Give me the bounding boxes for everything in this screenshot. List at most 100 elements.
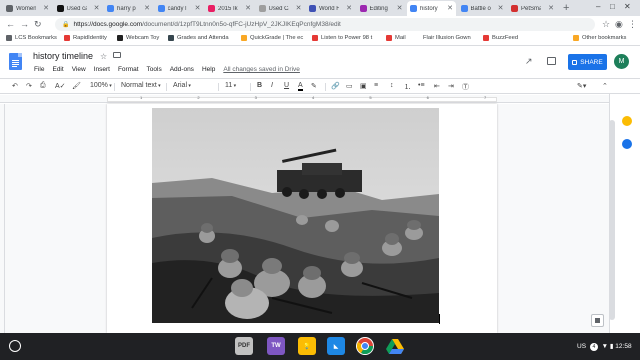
browser-menu-icon[interactable]: ⋮	[628, 19, 637, 30]
forward-icon[interactable]: →	[20, 19, 29, 29]
address-bar[interactable]: 🔒 https://docs.google.com/document/d/1zp…	[55, 18, 595, 31]
launcher-icon[interactable]	[9, 340, 21, 352]
line-spacing-icon[interactable]: ↕	[390, 82, 394, 89]
bookmark-item[interactable]: Webcam Toy	[117, 35, 159, 41]
drive-app-icon[interactable]	[386, 337, 404, 355]
bookmark-star-icon[interactable]: ☆	[602, 19, 610, 30]
bookmark-item[interactable]: QuickGrade | The ec	[241, 35, 303, 41]
explore-icon[interactable]	[591, 314, 604, 327]
pdf-app-icon[interactable]: PDF	[235, 337, 253, 355]
close-tab-icon[interactable]: ✕	[43, 4, 49, 12]
docs-logo-icon[interactable]	[9, 53, 22, 70]
image-icon[interactable]: ▣	[360, 82, 367, 90]
redo-icon[interactable]: ↷	[26, 82, 32, 90]
decrease-indent-icon[interactable]: ⇤	[434, 82, 440, 90]
horizontal-ruler[interactable]: 1 2 3 4 5 6 7	[0, 95, 640, 103]
bookmark-item[interactable]: LCS Bookmarks	[6, 35, 57, 41]
browser-tab[interactable]: candy l ✕	[155, 1, 204, 16]
undo-icon[interactable]: ↶	[12, 82, 18, 90]
style-select[interactable]: Normal text	[121, 82, 161, 89]
underline-button[interactable]: U	[284, 82, 289, 89]
menu-item[interactable]: Format	[118, 66, 139, 75]
menu-item[interactable]: Tools	[147, 66, 162, 75]
classroom-app-icon[interactable]: ◣	[327, 337, 345, 355]
close-tab-icon[interactable]: ✕	[346, 4, 352, 12]
browser-tab[interactable]: harry p ✕	[104, 1, 153, 16]
comment-icon[interactable]: ▭	[346, 82, 353, 90]
folder-icon[interactable]	[113, 52, 121, 58]
minimize-icon[interactable]: –	[596, 2, 600, 11]
zoom-select[interactable]: 100%	[90, 82, 112, 89]
menu-item[interactable]: Edit	[52, 66, 63, 75]
new-tab-button[interactable]: +	[563, 2, 569, 14]
back-icon[interactable]: ←	[6, 19, 15, 29]
share-button[interactable]: SHARE	[568, 54, 607, 70]
close-tab-icon[interactable]: ✕	[548, 4, 554, 12]
close-tab-icon[interactable]: ✕	[94, 4, 100, 12]
close-tab-icon[interactable]: ✕	[195, 4, 201, 12]
bookmark-item[interactable]: Other bookmarks	[573, 35, 626, 41]
font-size-select[interactable]: 11	[225, 82, 236, 89]
bookmark-item[interactable]: BuzzFeed	[483, 35, 518, 41]
maximize-icon[interactable]: □	[610, 2, 615, 11]
browser-tab[interactable]: PetSma ✕	[508, 1, 557, 16]
inserted-image[interactable]	[152, 108, 439, 323]
browser-tab[interactable]: Editing ✕	[357, 1, 406, 16]
numbered-list-icon[interactable]: ⒈	[404, 82, 411, 92]
close-tab-icon[interactable]: ✕	[144, 4, 150, 12]
bookmark-item[interactable]: Flair Illusion Gown	[414, 35, 471, 41]
browser-tab[interactable]: Women's ✕	[3, 1, 52, 16]
menu-item[interactable]: File	[34, 66, 44, 75]
menu-item[interactable]: View	[72, 66, 86, 75]
bold-button[interactable]: B	[257, 82, 262, 89]
keep-icon[interactable]	[622, 116, 632, 126]
paint-format-icon[interactable]: 🖌	[72, 82, 81, 90]
menu-item[interactable]: Add-ons	[170, 66, 194, 75]
browser-tab[interactable]: Battle o ✕	[458, 1, 507, 16]
extension-icon[interactable]: ◉	[615, 19, 623, 30]
close-tab-icon[interactable]: ✕	[245, 4, 251, 12]
browser-tab[interactable]: Used Ca ✕	[256, 1, 305, 16]
browser-tab[interactable]: 2015 Ik ✕	[205, 1, 254, 16]
bookmark-item[interactable]: RapidIdentity	[64, 35, 107, 41]
highlight-icon[interactable]: ✎	[311, 82, 317, 90]
close-tab-icon[interactable]: ✕	[397, 4, 403, 12]
bookmark-item[interactable]: Grades and Attenda	[168, 35, 229, 41]
bookmark-item[interactable]: Mail	[386, 35, 406, 41]
tw-app-icon[interactable]: TW	[267, 337, 285, 355]
vertical-scrollbar[interactable]	[609, 120, 615, 320]
close-tab-icon[interactable]: ✕	[498, 4, 504, 12]
browser-tab[interactable]: history ✕	[407, 1, 456, 16]
system-tray[interactable]: US 4 ▼ ▮ 12:58	[577, 342, 632, 351]
italic-button[interactable]: I	[271, 82, 273, 89]
avatar[interactable]: M	[614, 54, 629, 69]
close-tab-icon[interactable]: ✕	[447, 4, 453, 12]
browser-tab[interactable]: World H ✕	[306, 1, 355, 16]
collapse-icon[interactable]: ⌃	[602, 82, 608, 90]
save-status[interactable]: All changes saved in Drive	[223, 66, 300, 75]
font-select[interactable]: Arial	[173, 82, 191, 89]
clear-formatting-icon[interactable]: Ⓣ	[462, 82, 469, 92]
chrome-app-icon[interactable]	[356, 337, 374, 355]
tasks-icon[interactable]	[622, 139, 632, 149]
document-title[interactable]: history timeline	[33, 51, 93, 61]
increase-indent-icon[interactable]: ⇥	[448, 82, 454, 90]
bulleted-list-icon[interactable]: •≡	[418, 82, 425, 89]
star-icon[interactable]: ☆	[100, 52, 107, 61]
reload-icon[interactable]: ↻	[34, 19, 42, 30]
close-tab-icon[interactable]: ✕	[296, 4, 302, 12]
keep-app-icon[interactable]: 💡	[298, 337, 316, 355]
menu-item[interactable]: Help	[202, 66, 215, 75]
spellcheck-icon[interactable]: A✓	[55, 82, 66, 90]
menu-item[interactable]: Insert	[94, 66, 110, 75]
align-icon[interactable]: ≡	[374, 82, 378, 89]
comments-icon[interactable]	[547, 57, 556, 65]
browser-tab[interactable]: Used ca ✕	[54, 1, 103, 16]
activity-icon[interactable]: ↗	[525, 56, 533, 67]
bookmark-item[interactable]: Listen to Power 98 t	[312, 35, 372, 41]
text-color-button[interactable]: A	[298, 82, 303, 91]
close-window-icon[interactable]: ✕	[624, 2, 631, 11]
link-icon[interactable]: 🔗	[331, 82, 340, 90]
editing-mode-icon[interactable]: ✎▾	[577, 82, 586, 90]
print-icon[interactable]: ⎙	[40, 82, 46, 90]
